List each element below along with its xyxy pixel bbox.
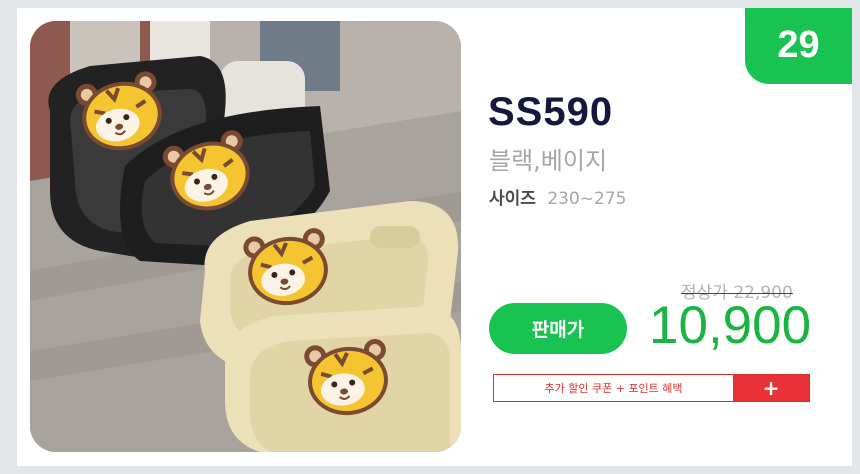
product-colors: 블랙,베이지 — [489, 147, 608, 175]
sale-price: 10,900 — [649, 296, 812, 355]
product-card[interactable]: 29 SS590 블랙,베이지 사이즈 230~275 정상가 22,900 판… — [17, 8, 852, 466]
plus-icon[interactable]: + — [733, 375, 809, 401]
product-size: 사이즈 230~275 — [489, 184, 626, 209]
size-label: 사이즈 — [489, 189, 536, 209]
coupon-text[interactable]: 추가 할인 쿠폰 + 포인트 혜택 — [494, 375, 733, 401]
product-model: SS590 — [488, 90, 614, 134]
coupon-banner[interactable]: 추가 할인 쿠폰 + 포인트 혜택 + — [493, 374, 810, 402]
sale-price-button[interactable]: 판매가 — [489, 303, 627, 354]
product-photo[interactable] — [30, 21, 461, 452]
rank-badge: 29 — [745, 8, 852, 84]
size-value: 230~275 — [547, 189, 627, 209]
